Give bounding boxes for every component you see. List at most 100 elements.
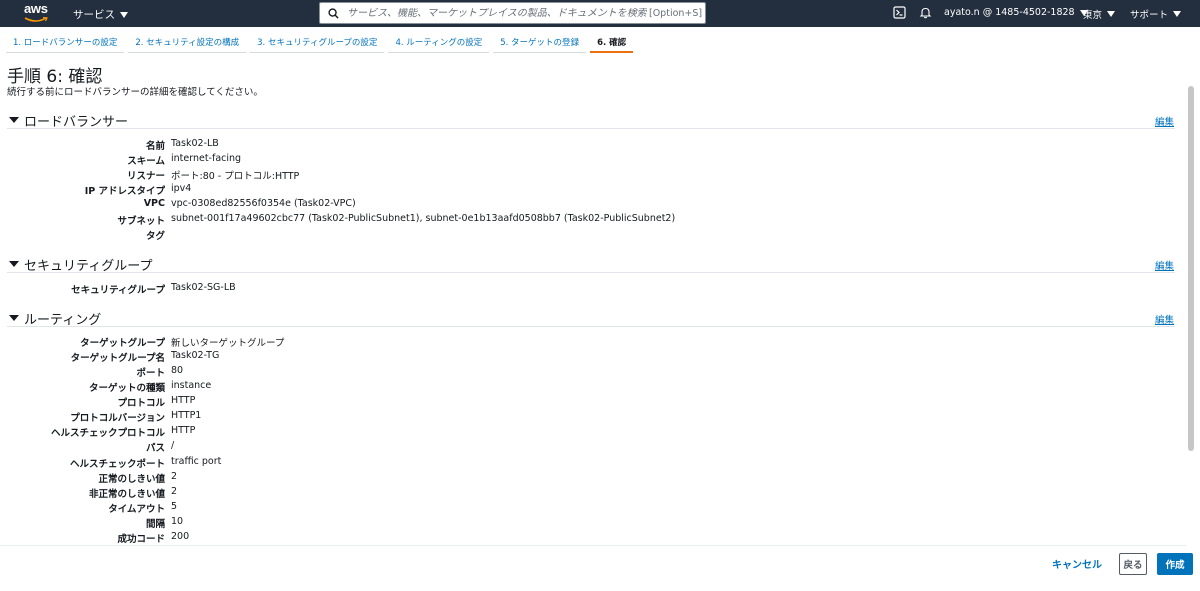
- section-load-balancer-header[interactable]: ロードバランサー 編集: [7, 111, 1175, 130]
- detail-key: VPC: [143, 198, 165, 209]
- detail-value: 2: [171, 471, 178, 482]
- detail-row: ターゲットの種類 instance: [0, 380, 1200, 395]
- support-label: サポート: [1130, 10, 1169, 21]
- detail-key: プロトコル: [117, 398, 165, 409]
- detail-value: /: [171, 440, 175, 451]
- collapse-triangle-icon[interactable]: [9, 117, 19, 123]
- step-3[interactable]: 3. セキュリティグループの設定: [250, 31, 385, 53]
- detail-key: 成功コード: [117, 534, 165, 545]
- detail-row: ポート 80: [0, 365, 1200, 380]
- section-title: セキュリティグループ: [24, 259, 153, 274]
- create-button[interactable]: 作成: [1157, 553, 1193, 575]
- detail-key: タイムアウト: [108, 504, 165, 515]
- detail-key: ターゲットグループ: [80, 338, 165, 349]
- services-menu[interactable]: サービス: [73, 7, 128, 22]
- detail-key: スキーム: [127, 156, 165, 167]
- top-nav: aws サービス [Option+S] ayato.n @ 1485-4502-…: [0, 0, 1200, 27]
- detail-value: 5: [171, 501, 178, 512]
- detail-value: HTTP: [171, 395, 196, 406]
- detail-value: HTTP: [171, 425, 196, 436]
- detail-value: 80: [171, 365, 184, 376]
- collapse-triangle-icon[interactable]: [9, 261, 19, 267]
- detail-key: ターゲットの種類: [88, 383, 165, 394]
- edit-load-balancer-link[interactable]: 編集: [1155, 114, 1174, 128]
- detail-row: パス /: [0, 440, 1200, 455]
- detail-key: ヘルスチェックポート: [69, 459, 165, 470]
- step-1[interactable]: 1. ロードバランサーの設定: [6, 31, 125, 53]
- detail-key: 名前: [145, 141, 165, 152]
- cancel-button[interactable]: キャンセル: [1052, 556, 1102, 571]
- step-4[interactable]: 4. ルーティングの設定: [388, 31, 490, 53]
- detail-value: Task02-TG: [171, 350, 220, 361]
- detail-row: 非正常のしきい値 2: [0, 486, 1200, 501]
- detail-key: 正常のしきい値: [98, 474, 165, 485]
- step-5[interactable]: 5. ターゲットの登録: [493, 31, 587, 53]
- search-box[interactable]: [Option+S]: [319, 2, 706, 24]
- detail-row: タグ: [0, 228, 1200, 243]
- caret-down-icon: [120, 11, 128, 18]
- support-menu[interactable]: サポート: [1130, 7, 1182, 21]
- detail-value: internet-facing: [171, 153, 242, 164]
- detail-value: traffic port: [171, 456, 222, 467]
- step-6-active[interactable]: 6. 確認: [590, 31, 634, 53]
- detail-value: 200: [171, 531, 190, 542]
- detail-value: Task02-LB: [171, 138, 219, 149]
- section-title: ロードバランサー: [24, 115, 129, 130]
- section-routing-header[interactable]: ルーティング 編集: [7, 309, 1175, 328]
- detail-key: ヘルスチェックプロトコル: [50, 428, 165, 439]
- detail-row: プロトコルバージョン HTTP1: [0, 410, 1200, 425]
- detail-value: ポート:80 - プロトコル:HTTP: [171, 171, 300, 182]
- detail-value: vpc-0308ed82556f0354e (Task02-VPC): [171, 198, 356, 209]
- region-label: 東京: [1083, 10, 1103, 21]
- detail-row: リスナー ポート:80 - プロトコル:HTTP: [0, 168, 1200, 183]
- page-description: 続行する前にロードバランサーの詳細を確認してください。: [7, 87, 263, 98]
- detail-value: Task02-SG-LB: [171, 282, 236, 293]
- detail-value: 10: [171, 516, 184, 527]
- search-shortcut-hint: [Option+S]: [649, 7, 703, 19]
- edit-routing-link[interactable]: 編集: [1155, 312, 1174, 326]
- account-menu[interactable]: ayato.n @ 1485-4502-1828: [944, 7, 1088, 18]
- detail-row: セキュリティグループ Task02-SG-LB: [0, 282, 1200, 297]
- search-input[interactable]: [347, 7, 647, 19]
- cloudshell-icon[interactable]: [893, 6, 906, 19]
- back-button[interactable]: 戻る: [1119, 553, 1147, 575]
- detail-row: タイムアウト 5: [0, 501, 1200, 516]
- services-label: サービス: [73, 9, 115, 21]
- aws-logo-text: aws: [24, 1, 48, 16]
- detail-row: ヘルスチェックプロトコル HTTP: [0, 425, 1200, 440]
- account-label: ayato.n @ 1485-4502-1828: [944, 7, 1075, 18]
- step-2[interactable]: 2. セキュリティ設定の構成: [128, 31, 247, 53]
- detail-value: 新しいターゲットグループ: [171, 338, 285, 349]
- detail-row: サブネット subnet-001f17a49602cbc77 (Task02-P…: [0, 213, 1200, 228]
- scrollbar-thumb[interactable]: [1188, 86, 1194, 451]
- detail-row: ターゲットグループ 新しいターゲットグループ: [0, 335, 1200, 350]
- detail-row: 名前 Task02-LB: [0, 138, 1200, 153]
- detail-key: IP アドレスタイプ: [84, 186, 165, 197]
- detail-key: 間隔: [145, 519, 165, 530]
- detail-key: ポート: [136, 368, 165, 379]
- detail-row: 間隔 10: [0, 516, 1200, 531]
- edit-security-group-link[interactable]: 編集: [1155, 258, 1174, 272]
- section-security-group-header[interactable]: セキュリティグループ 編集: [7, 255, 1175, 274]
- detail-row: 成功コード 200: [0, 531, 1200, 546]
- detail-value: subnet-001f17a49602cbc77 (Task02-PublicS…: [171, 213, 676, 224]
- aws-logo[interactable]: aws: [24, 1, 54, 23]
- detail-key: 非正常のしきい値: [88, 489, 165, 500]
- region-menu[interactable]: 東京: [1083, 7, 1116, 21]
- collapse-triangle-icon[interactable]: [9, 315, 19, 321]
- wizard-steps: 1. ロードバランサーの設定 2. セキュリティ設定の構成 3. セキュリティグ…: [6, 31, 637, 53]
- search-icon: [328, 7, 339, 19]
- detail-row: 正常のしきい値 2: [0, 471, 1200, 486]
- caret-down-icon: [1173, 11, 1182, 17]
- detail-value: 2: [171, 486, 178, 497]
- bell-icon[interactable]: [919, 6, 932, 19]
- detail-key: ターゲットグループ名: [70, 353, 165, 364]
- detail-key: サブネット: [117, 216, 165, 227]
- detail-key: プロトコルバージョン: [70, 413, 165, 424]
- detail-value: instance: [171, 380, 212, 391]
- detail-row: ターゲットグループ名 Task02-TG: [0, 350, 1200, 365]
- detail-key: リスナー: [126, 171, 165, 182]
- caret-down-icon: [1107, 11, 1116, 17]
- section-title: ルーティング: [24, 313, 102, 328]
- aws-smile-icon: [24, 16, 48, 22]
